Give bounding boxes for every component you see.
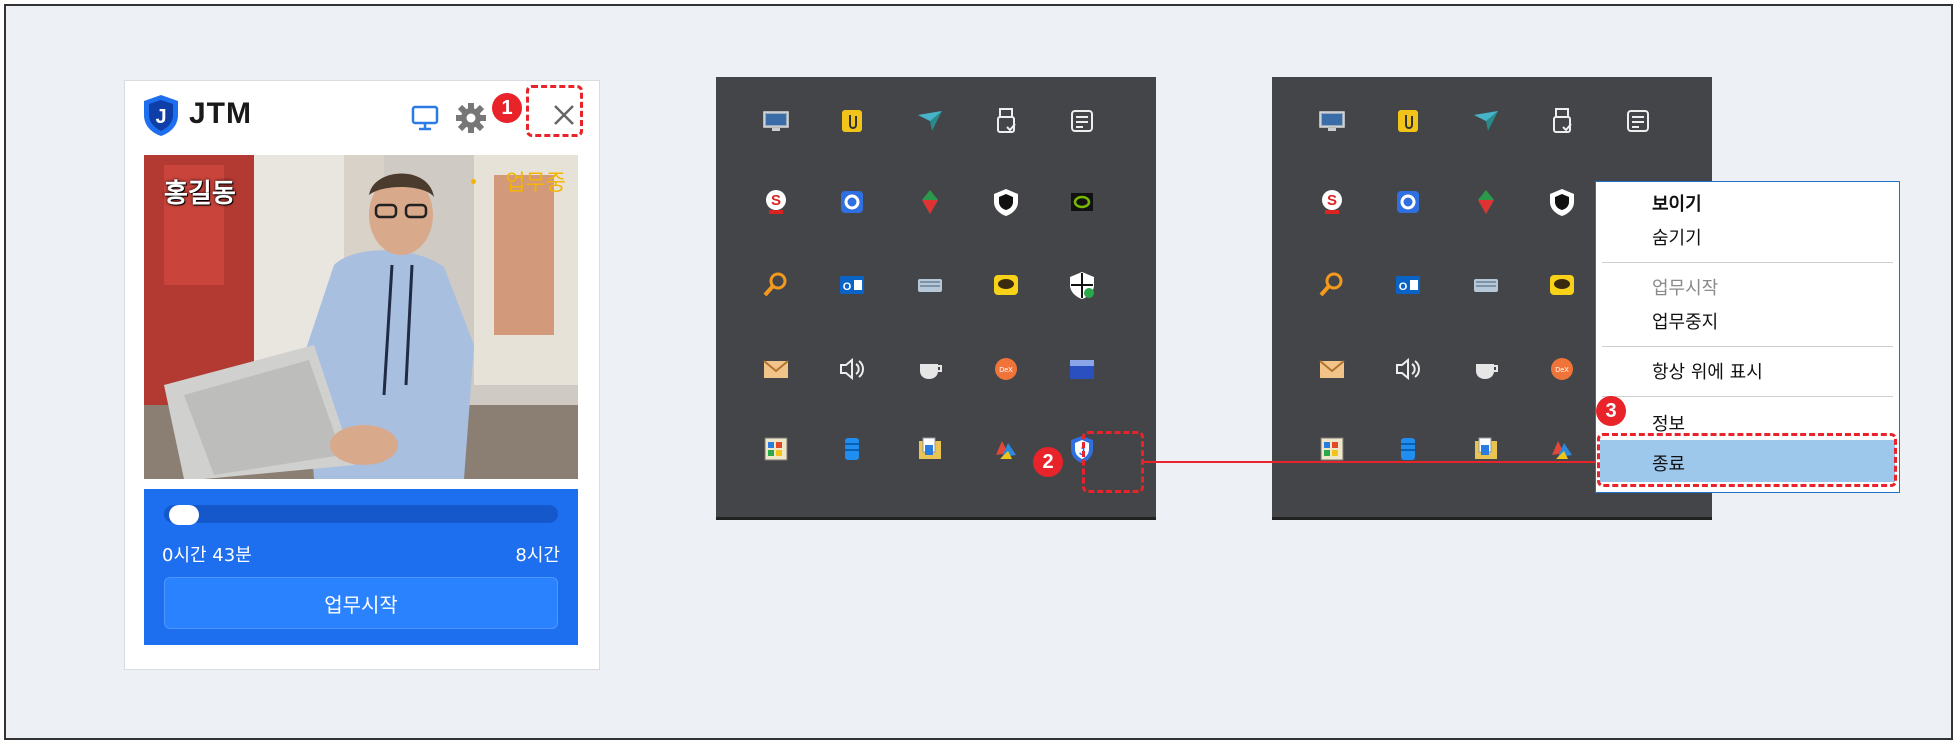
outlook-icon[interactable]: O <box>832 265 872 305</box>
user-camera-photo: 홍길동 업무중 <box>144 155 578 479</box>
security-icon[interactable] <box>1062 265 1102 305</box>
start-work-button[interactable]: 업무시작 <box>164 577 558 629</box>
mail-icon[interactable] <box>1312 349 1352 389</box>
menu-item-always-on-top[interactable]: 항상 위에 표시 <box>1652 358 1763 384</box>
speaker-icon[interactable] <box>832 349 872 389</box>
dex-icon[interactable]: DeX <box>1542 349 1582 389</box>
folder-icon[interactable] <box>910 429 950 469</box>
battery-icon[interactable] <box>1062 349 1102 389</box>
leaf-icon[interactable] <box>910 182 950 222</box>
flow-arrow <box>1142 456 1612 468</box>
widget-title: JTM <box>189 97 252 130</box>
close-highlight <box>526 85 583 137</box>
menu-separator <box>1602 262 1893 263</box>
target-time: 8시간 <box>515 545 560 566</box>
monitor-icon[interactable] <box>756 101 796 141</box>
magnifier-icon[interactable] <box>756 265 796 305</box>
svg-text:S: S <box>1327 192 1337 209</box>
svg-text:J: J <box>155 106 166 128</box>
keyboard-icon[interactable] <box>1466 265 1506 305</box>
outlook-icon[interactable]: O <box>1388 265 1428 305</box>
progress-track <box>164 505 558 523</box>
jtm-widget: J JTM 홍길동 업무중 0시간 43분 8시간 업무시작 <box>124 80 600 670</box>
callout-badge-2: 2 <box>1033 447 1063 477</box>
svg-text:O: O <box>1399 281 1408 293</box>
gear-icon[interactable] <box>454 101 488 135</box>
plane-icon[interactable] <box>910 101 950 141</box>
monitor-icon[interactable] <box>409 103 441 133</box>
clip-icon[interactable] <box>1388 101 1428 141</box>
menu-separator <box>1602 346 1893 347</box>
shield-dark-icon[interactable] <box>1542 182 1582 222</box>
cup-icon[interactable] <box>910 349 950 389</box>
svg-text:O: O <box>843 281 852 293</box>
jtm-logo-icon: J <box>144 95 178 136</box>
mail-icon[interactable] <box>756 349 796 389</box>
shield-dark-icon[interactable] <box>986 182 1026 222</box>
dex-icon[interactable]: DeX <box>986 349 1026 389</box>
s-badge-icon[interactable]: S <box>756 182 796 222</box>
clip-icon[interactable] <box>832 101 872 141</box>
menu-item-show[interactable]: 보이기 <box>1652 190 1702 216</box>
notes-icon[interactable] <box>1618 101 1658 141</box>
keyboard-icon[interactable] <box>910 265 950 305</box>
chat-icon[interactable] <box>986 265 1026 305</box>
menu-separator <box>1602 396 1893 397</box>
elapsed-time: 0시간 43분 <box>162 545 252 566</box>
shield-circle-icon[interactable] <box>832 182 872 222</box>
plane-icon[interactable] <box>1466 101 1506 141</box>
usb-icon[interactable] <box>1542 101 1582 141</box>
menu-item-hide[interactable]: 숨기기 <box>1652 224 1702 250</box>
svg-text:S: S <box>771 192 781 209</box>
status-dot <box>471 179 476 184</box>
work-time-panel: 0시간 43분 8시간 업무시작 <box>144 489 578 645</box>
notes-icon[interactable] <box>1062 101 1102 141</box>
svg-text:DeX: DeX <box>1555 367 1569 374</box>
svg-text:DeX: DeX <box>999 367 1013 374</box>
shield-circle-icon[interactable] <box>1388 182 1428 222</box>
canvas-frame: J JTM 홍길동 업무중 0시간 43분 8시간 업무시작 1 S O DeX… <box>4 4 1953 740</box>
nvidia-icon[interactable] <box>1062 182 1102 222</box>
s-badge-icon[interactable]: S <box>1312 182 1352 222</box>
work-status-label: 업무중 <box>505 171 566 196</box>
cup-icon[interactable] <box>1466 349 1506 389</box>
office-icon[interactable] <box>986 429 1026 469</box>
magnifier-icon[interactable] <box>1312 265 1352 305</box>
menu-item-stop-work[interactable]: 업무중지 <box>1652 308 1718 334</box>
leaf-icon[interactable] <box>1466 182 1506 222</box>
chat-icon[interactable] <box>1542 265 1582 305</box>
usb-icon[interactable] <box>986 101 1026 141</box>
progress-knob <box>169 505 200 525</box>
monitor-icon[interactable] <box>1312 101 1352 141</box>
db-icon[interactable] <box>832 429 872 469</box>
menu-item-start-work[interactable]: 업무시작 <box>1652 274 1718 300</box>
board-icon[interactable] <box>756 429 796 469</box>
callout-badge-1: 1 <box>492 93 522 123</box>
exit-highlight <box>1597 433 1897 487</box>
jtm-tray-highlight <box>1082 431 1144 493</box>
speaker-icon[interactable] <box>1388 349 1428 389</box>
callout-badge-3: 3 <box>1596 396 1626 426</box>
user-name-label: 홍길동 <box>164 179 236 209</box>
